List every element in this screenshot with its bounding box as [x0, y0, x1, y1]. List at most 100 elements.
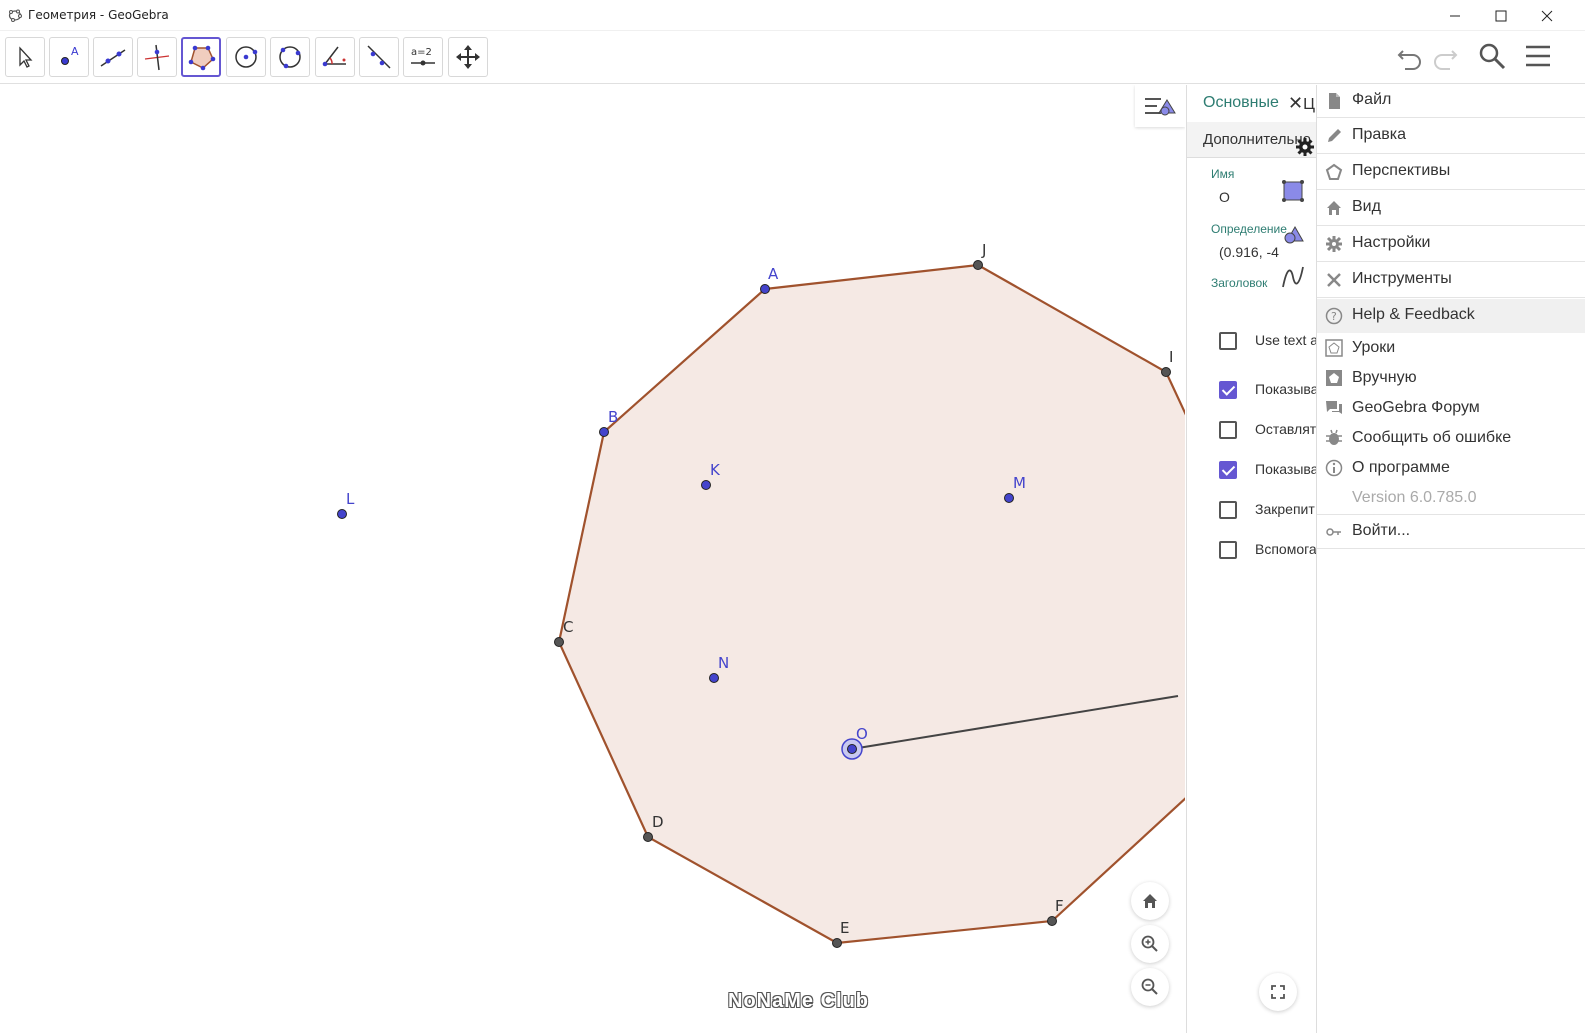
title-bar: Геометрия - GeoGebra	[0, 0, 1585, 31]
menu-item-label: Инструменты	[1352, 270, 1452, 287]
menu-item-forum[interactable]: GeoGebra Форум	[1317, 393, 1585, 423]
point-label: O	[856, 725, 868, 743]
reflect-tool[interactable]	[359, 37, 399, 77]
sign-in-icon	[1326, 527, 1341, 536]
geometry-canvas[interactable]: A B K M L N O J I C D E F	[0, 85, 1185, 1033]
style-bar-toggle[interactable]	[1135, 85, 1185, 127]
menu-item-help[interactable]: ? Help & Feedback	[1317, 299, 1585, 333]
main-menu-button[interactable]	[1521, 39, 1555, 73]
point-l[interactable]: L	[337, 490, 356, 519]
color-square-icon[interactable]	[1279, 177, 1307, 205]
properties-close-button[interactable]: ✕Ц	[1288, 93, 1315, 114]
menu-item-about[interactable]: О программе	[1317, 453, 1585, 483]
checkbox-label: Показыва	[1255, 381, 1316, 397]
polygon-tool[interactable]	[181, 37, 221, 77]
version-text: Version 6.0.785.0	[1352, 489, 1477, 506]
tab-color[interactable]: Ц	[1303, 96, 1315, 113]
menu-item-edit[interactable]: Правка	[1317, 119, 1585, 154]
line-tool[interactable]	[93, 37, 133, 77]
maximize-button[interactable]	[1478, 0, 1524, 31]
checkbox-auxiliary[interactable]	[1219, 541, 1237, 559]
close-icon: ✕	[1288, 93, 1304, 113]
fullscreen-button[interactable]	[1259, 973, 1297, 1011]
menu-item-label: Сообщить об ошибке	[1352, 429, 1512, 446]
zoom-in-icon	[1141, 935, 1158, 952]
version-label: Version 6.0.785.0	[1317, 483, 1585, 515]
vertex-label: C	[563, 618, 573, 636]
tutorials-icon	[1325, 339, 1343, 357]
point-label: L	[346, 490, 355, 508]
circle-center-tool[interactable]	[226, 37, 266, 77]
checkbox-fix-object[interactable]	[1219, 501, 1237, 519]
checkbox-label: Вспомога	[1255, 541, 1316, 557]
menu-item-perspectives[interactable]: Перспективы	[1317, 155, 1585, 190]
minimize-button[interactable]	[1432, 0, 1478, 31]
point-label: K	[710, 461, 721, 479]
zoom-out-button[interactable]	[1131, 968, 1169, 1006]
maximize-icon	[1495, 10, 1507, 21]
definition-input[interactable]: (0.916, -4	[1219, 244, 1279, 260]
checkbox-trace[interactable]	[1219, 421, 1237, 439]
decagon-polygon[interactable]	[557, 263, 1185, 945]
svg-text:?: ?	[1331, 310, 1337, 323]
search-button[interactable]	[1475, 39, 1509, 73]
checkbox-label: Use text a	[1255, 332, 1316, 348]
close-icon	[1541, 10, 1553, 21]
gear-icon[interactable]	[1295, 137, 1315, 157]
graph-icon[interactable]	[1279, 263, 1307, 291]
forum-icon	[1326, 401, 1342, 414]
perpendicular-icon	[144, 44, 170, 71]
circle-three-points-tool[interactable]	[270, 37, 310, 77]
file-icon	[1329, 93, 1340, 109]
point-label: B	[608, 408, 618, 426]
geogebra-logo-icon	[8, 9, 22, 22]
point-label: N	[718, 654, 729, 672]
circle-center-icon	[235, 46, 258, 68]
close-button[interactable]	[1524, 0, 1570, 31]
vertex-j[interactable]: J	[973, 241, 987, 270]
point-style-icon[interactable]	[1279, 221, 1307, 249]
window-title: Геометрия - GeoGebra	[28, 8, 169, 22]
vertex-i[interactable]: I	[1161, 348, 1174, 377]
menu-item-tools[interactable]: Инструменты	[1317, 263, 1585, 298]
menu-item-label: Уроки	[1352, 339, 1396, 356]
checkbox-use-text[interactable]	[1219, 332, 1237, 350]
move-graphics-tool[interactable]	[448, 37, 488, 77]
menu-item-tutorials[interactable]: Уроки	[1317, 333, 1585, 363]
menu-item-label: Настройки	[1352, 234, 1431, 251]
info-icon	[1325, 459, 1343, 477]
redo-button[interactable]	[1428, 39, 1462, 73]
menu-item-manual[interactable]: Вручную	[1317, 363, 1585, 393]
menu-item-label: Войти...	[1352, 522, 1411, 539]
menu-item-view[interactable]: Вид	[1317, 191, 1585, 226]
checkbox-show-object[interactable]	[1219, 381, 1237, 399]
name-input[interactable]: O	[1219, 189, 1230, 205]
menu-item-report-bug[interactable]: Сообщить об ошибке	[1317, 423, 1585, 453]
undo-button[interactable]	[1393, 39, 1427, 73]
menu-item-settings[interactable]: Настройки	[1317, 227, 1585, 262]
zoom-in-button[interactable]	[1131, 925, 1169, 963]
watermark-text: NoNaMe Club	[728, 990, 869, 1012]
slider-icon: a=2	[411, 47, 435, 66]
home-icon	[1327, 201, 1341, 215]
menu-item-file[interactable]: Файл	[1317, 85, 1585, 118]
toolbar: A a=2	[0, 31, 1585, 84]
definition-label: Определение	[1211, 222, 1287, 236]
move-tool[interactable]	[5, 37, 45, 77]
perpendicular-tool[interactable]	[137, 37, 177, 77]
graphics-view[interactable]: A B K M L N O J I C D E F	[0, 85, 1185, 1033]
tab-basic[interactable]: Основные	[1187, 85, 1287, 121]
home-view-button[interactable]	[1131, 882, 1169, 920]
menu-item-label: Файл	[1352, 91, 1392, 108]
checkbox-show-label[interactable]	[1219, 461, 1237, 479]
point-label: M	[1013, 474, 1026, 492]
angle-tool[interactable]	[315, 37, 355, 77]
name-label: Имя	[1211, 167, 1235, 181]
point-tool[interactable]: A	[49, 37, 89, 77]
perspectives-icon	[1325, 163, 1343, 180]
arrow-icon	[19, 46, 33, 68]
slider-tool[interactable]: a=2	[403, 37, 443, 77]
circle-three-points-icon	[279, 46, 301, 69]
menu-item-sign-in[interactable]: Войти...	[1317, 515, 1585, 549]
menu-item-label: Вид	[1352, 198, 1381, 215]
